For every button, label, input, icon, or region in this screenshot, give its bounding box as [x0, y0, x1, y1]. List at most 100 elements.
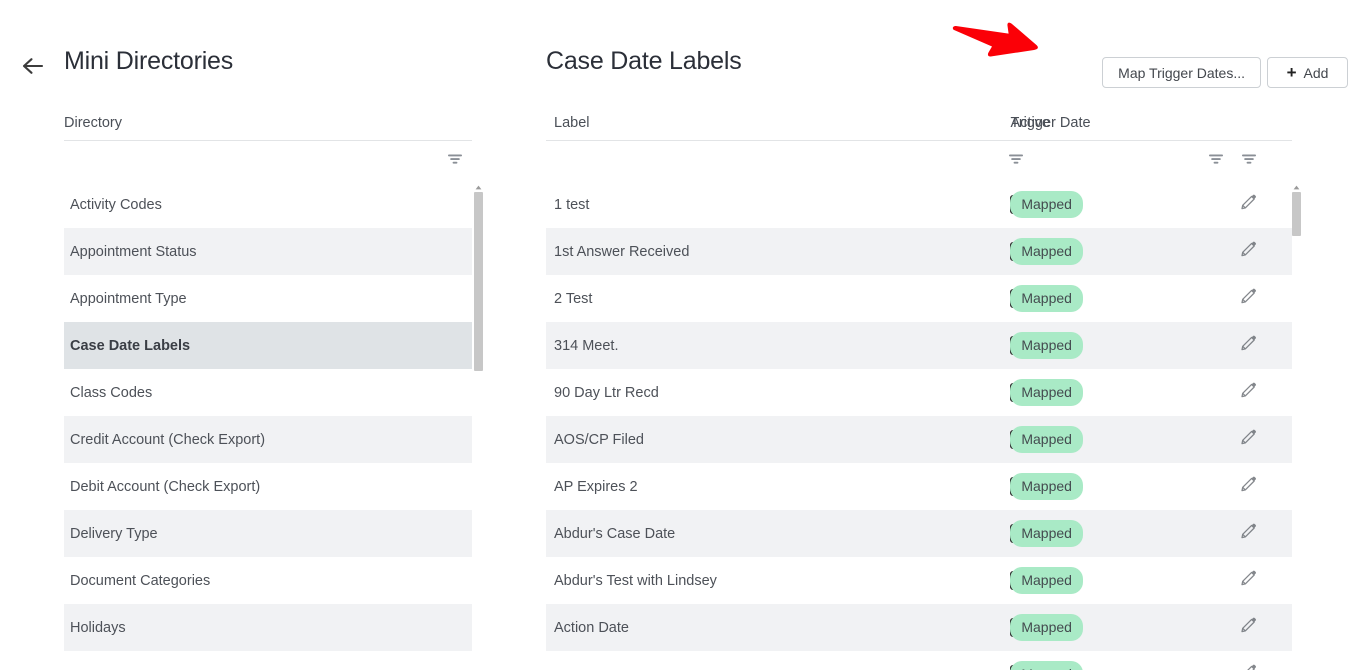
status-badge: Mapped — [1010, 285, 1083, 312]
filter-cell-active — [770, 152, 1023, 171]
table-row[interactable]: Abdur's Test with Lindsey Mapped — [546, 557, 1292, 604]
pencil-edit-icon[interactable] — [1239, 475, 1258, 498]
cell-active — [772, 651, 1026, 670]
directory-scrollbar[interactable] — [474, 184, 483, 670]
plus-icon: + — [1286, 63, 1297, 82]
filter-cell-trigger-date — [1008, 152, 1223, 171]
filter-funnel-icon-directory[interactable] — [447, 152, 463, 171]
cell-active — [772, 510, 1026, 557]
sidebar-item-label: Holidays — [70, 619, 126, 636]
pencil-edit-icon[interactable] — [1239, 569, 1258, 592]
sidebar-item-debit-account-check-export[interactable]: Debit Account (Check Export) — [64, 463, 472, 510]
cell-active — [772, 275, 1026, 322]
sidebar-item-label: Credit Account (Check Export) — [70, 431, 266, 448]
sidebar-item-holidays[interactable]: Holidays — [64, 604, 472, 651]
cell-label: AP Expires 2 — [554, 478, 638, 495]
cell-trigger-date: Mapped — [1010, 228, 1217, 275]
cell-active — [772, 416, 1026, 463]
status-badge: Mapped — [1010, 567, 1083, 594]
table-row[interactable]: 1st Answer Received Mapped — [546, 228, 1292, 275]
sidebar-item-label: Case Date Labels — [70, 337, 191, 354]
sidebar-item-delivery-type[interactable]: Delivery Type — [64, 510, 472, 557]
sidebar-item-class-codes[interactable]: Class Codes — [64, 369, 472, 416]
table-row[interactable]: 2 Test Mapped — [546, 275, 1292, 322]
cell-label: 314 Meet. — [554, 337, 619, 354]
column-header-directory: Directory — [64, 115, 123, 131]
cell-actions — [1217, 181, 1292, 228]
sidebar-item-appointment-type[interactable]: Appointment Type — [64, 275, 472, 322]
pencil-edit-icon[interactable] — [1239, 616, 1258, 639]
cell-trigger-date: Mapped — [1010, 557, 1217, 604]
cell-actions — [1217, 604, 1292, 651]
status-badge: Mapped — [1010, 332, 1083, 359]
status-badge: Mapped — [1010, 238, 1083, 265]
arrow-left-icon — [22, 57, 44, 75]
case-date-labels-panel: Case Date Labels Label Active Trigger Da… — [546, 44, 1292, 670]
map-trigger-dates-label: Map Trigger Dates... — [1118, 64, 1245, 81]
cell-actions — [1217, 651, 1292, 670]
sidebar-item-activity-codes[interactable]: Activity Codes — [64, 181, 472, 228]
cell-trigger-date: Mapped — [1010, 181, 1217, 228]
status-badge: Mapped — [1010, 661, 1083, 670]
pencil-edit-icon[interactable] — [1239, 193, 1258, 216]
cell-label: 90 Day Ltr Recd — [554, 384, 659, 401]
cell-trigger-date: Mapped — [1010, 604, 1217, 651]
page-title: Mini Directories — [64, 47, 234, 75]
cell-active — [772, 369, 1026, 416]
table-row[interactable]: Abdur's Case Date Mapped — [546, 510, 1292, 557]
sidebar-item-label: Appointment Status — [70, 243, 197, 260]
add-button-label: Add — [1303, 64, 1329, 81]
cell-trigger-date: Mapped — [1010, 322, 1217, 369]
table-scrollbar[interactable] — [1292, 184, 1301, 670]
table-row[interactable]: AOS/CP Filed Mapped — [546, 416, 1292, 463]
cell-actions — [1217, 228, 1292, 275]
filter-funnel-icon-actions[interactable] — [1241, 152, 1257, 171]
cell-actions — [1217, 275, 1292, 322]
sidebar-item-credit-account-check-export[interactable]: Credit Account (Check Export) — [64, 416, 472, 463]
pencil-edit-icon[interactable] — [1239, 334, 1258, 357]
cell-label: 1st Answer Received — [554, 243, 690, 260]
directory-filter-row — [64, 141, 472, 181]
cell-actions — [1217, 557, 1292, 604]
table-row[interactable]: Mapped — [546, 651, 1292, 670]
table-row[interactable]: 1 test Mapped — [546, 181, 1292, 228]
cell-active — [772, 463, 1026, 510]
status-badge: Mapped — [1010, 520, 1083, 547]
mini-directories-panel: Mini Directories Directory Activity Code… — [64, 44, 472, 651]
pencil-edit-icon[interactable] — [1239, 522, 1258, 545]
cell-label: Action Date — [554, 619, 629, 636]
column-header-label: Label — [554, 115, 590, 131]
cell-trigger-date: Mapped — [1010, 651, 1217, 670]
cell-actions — [1217, 463, 1292, 510]
status-badge: Mapped — [1010, 191, 1083, 218]
directory-scrollbar-thumb[interactable] — [474, 192, 483, 371]
map-trigger-dates-button[interactable]: Map Trigger Dates... — [1102, 57, 1261, 88]
cell-active — [772, 322, 1026, 369]
pencil-edit-icon[interactable] — [1239, 287, 1258, 310]
pencil-edit-icon[interactable] — [1239, 240, 1258, 263]
sidebar-item-appointment-status[interactable]: Appointment Status — [64, 228, 472, 275]
pencil-edit-icon[interactable] — [1239, 663, 1258, 670]
table-row[interactable]: AP Expires 2 Mapped — [546, 463, 1292, 510]
add-button[interactable]: + Add — [1267, 57, 1348, 88]
sidebar-item-case-date-labels[interactable]: Case Date Labels — [64, 322, 472, 369]
table-row[interactable]: 314 Meet. Mapped — [546, 322, 1292, 369]
back-button[interactable] — [18, 52, 48, 80]
table-filter-row — [546, 141, 1292, 181]
table-scrollbar-thumb[interactable] — [1292, 192, 1301, 236]
sidebar-item-document-categories[interactable]: Document Categories — [64, 557, 472, 604]
sidebar-item-label: Document Categories — [70, 572, 211, 589]
cell-label: 2 Test — [554, 290, 593, 307]
table-row[interactable]: 90 Day Ltr Recd Mapped — [546, 369, 1292, 416]
cell-trigger-date: Mapped — [1010, 275, 1217, 322]
table-row[interactable]: Action Date Mapped — [546, 604, 1292, 651]
pencil-edit-icon[interactable] — [1239, 381, 1258, 404]
directory-column-header-row: Directory — [64, 99, 472, 141]
cell-active — [772, 557, 1026, 604]
cell-trigger-date: Mapped — [1010, 510, 1217, 557]
directory-list: Activity Codes Appointment Status Appointm… — [64, 181, 472, 651]
filter-cell-actions — [1218, 152, 1293, 171]
scrollbar-up-cap — [475, 184, 482, 190]
table-scrollbar-up-cap — [1293, 184, 1300, 190]
pencil-edit-icon[interactable] — [1239, 428, 1258, 451]
